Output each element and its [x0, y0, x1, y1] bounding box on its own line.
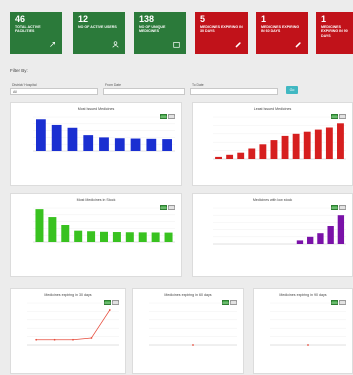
point[interactable]: [307, 344, 309, 346]
kpi-label: MEDICINES EXPIRING IN 30 DAYS: [200, 25, 243, 34]
kpi-tile-unique-medicines[interactable]: 138 NO OF UNIQUE MEDICINES: [134, 12, 186, 54]
series-line: [36, 309, 111, 341]
bar[interactable]: [99, 137, 109, 151]
bar[interactable]: [151, 232, 160, 242]
bar[interactable]: [83, 135, 94, 151]
pin-icon: [50, 42, 55, 47]
bar[interactable]: [125, 232, 134, 242]
pill-icon: [295, 42, 301, 48]
bar[interactable]: [337, 215, 345, 244]
point[interactable]: [108, 309, 111, 311]
chart-card-most-issued: Most Issued Medicines: [10, 102, 182, 186]
chart-plot: [27, 302, 119, 346]
bar[interactable]: [226, 154, 234, 159]
bar[interactable]: [259, 144, 267, 159]
kpi-label: MEDICINES EXPIRING IN 90 DAYS: [321, 25, 348, 38]
bar[interactable]: [296, 240, 304, 244]
bar[interactable]: [74, 230, 83, 242]
chart-plot: [213, 116, 346, 160]
chart-card-most-in-stock: Most Medicines in Stock: [10, 193, 182, 277]
chart-plot: [33, 116, 175, 152]
bar[interactable]: [51, 124, 62, 151]
chart-card-low-stock: Medicines with low stock: [192, 193, 353, 277]
bar[interactable]: [248, 148, 256, 160]
kpi-label: MEDICINES EXPIRING IN 60 DAYS: [261, 25, 300, 34]
bar[interactable]: [327, 226, 334, 244]
bar[interactable]: [215, 156, 222, 159]
filter-title: Filter By:: [10, 68, 28, 73]
point[interactable]: [90, 337, 93, 339]
bar[interactable]: [130, 138, 141, 151]
bar[interactable]: [237, 152, 245, 159]
bar[interactable]: [337, 123, 344, 159]
chart-plot: [149, 302, 237, 346]
kpi-label: TOTAL ACTIVE FACILITIES: [15, 25, 41, 34]
bar[interactable]: [61, 225, 70, 242]
bar[interactable]: [307, 236, 314, 244]
to-date-label: To Date: [192, 83, 204, 87]
district-select[interactable]: All: [10, 88, 98, 95]
bar[interactable]: [317, 233, 324, 244]
to-date-input[interactable]: [190, 88, 278, 95]
kpi-label: NO OF UNIQUE MEDICINES: [139, 25, 166, 34]
kpi-label: NO OF ACTIVE USERS: [78, 25, 117, 29]
from-date-input[interactable]: [103, 88, 185, 95]
bar[interactable]: [162, 139, 173, 151]
chart-plot: [270, 302, 346, 346]
kpi-value: 1: [321, 14, 327, 24]
kpi-value: 12: [78, 14, 89, 24]
kpi-tile-total-facilities[interactable]: 46 TOTAL ACTIVE FACILITIES: [10, 12, 62, 54]
bar[interactable]: [146, 138, 157, 151]
kpi-value: 1: [261, 14, 267, 24]
from-date-label: From Date: [105, 83, 122, 87]
kpi-tile-expiring-90[interactable]: 1 MEDICINES EXPIRING IN 90 DAYS: [316, 12, 353, 54]
bar[interactable]: [281, 135, 289, 159]
chart-plot: [33, 207, 175, 243]
bar[interactable]: [164, 232, 173, 242]
bar[interactable]: [35, 209, 44, 242]
chart-card-expiring-30: Medicines expiring in 30 days: [10, 288, 126, 374]
chart-card-least-issued: Least Issued Medicines: [192, 102, 353, 186]
bar[interactable]: [48, 217, 57, 242]
chart-plot: [213, 207, 346, 245]
bar[interactable]: [138, 232, 147, 242]
kpi-value: 5: [200, 14, 206, 24]
district-label: District/ Hospital: [12, 83, 37, 87]
bar[interactable]: [292, 133, 300, 159]
kpi-value: 46: [15, 14, 26, 24]
box-icon: [173, 42, 180, 48]
point[interactable]: [35, 338, 38, 341]
go-button[interactable]: Go: [286, 86, 298, 94]
bar[interactable]: [67, 127, 78, 151]
bar[interactable]: [114, 138, 125, 151]
bar[interactable]: [314, 129, 322, 159]
chart-card-expiring-90: Medicines expiring in 90 days: [253, 288, 353, 374]
bar[interactable]: [112, 232, 121, 242]
point[interactable]: [72, 338, 74, 341]
bar[interactable]: [87, 231, 96, 242]
point[interactable]: [53, 338, 56, 341]
kpi-value: 138: [139, 14, 155, 24]
kpi-tile-expiring-60[interactable]: 1 MEDICINES EXPIRING IN 60 DAYS: [256, 12, 308, 54]
chart-card-expiring-60: Medicines expiring in 60 days: [132, 288, 244, 374]
bar[interactable]: [270, 140, 278, 159]
user-icon: [112, 41, 119, 48]
kpi-tile-expiring-30[interactable]: 5 MEDICINES EXPIRING IN 30 DAYS: [195, 12, 248, 54]
bar[interactable]: [35, 119, 46, 151]
bar[interactable]: [325, 127, 333, 160]
kpi-tile-active-users[interactable]: 12 NO OF ACTIVE USERS: [73, 12, 125, 54]
bar[interactable]: [303, 131, 311, 159]
point[interactable]: [192, 344, 194, 346]
pill-icon: [235, 42, 241, 48]
bar[interactable]: [99, 231, 109, 242]
